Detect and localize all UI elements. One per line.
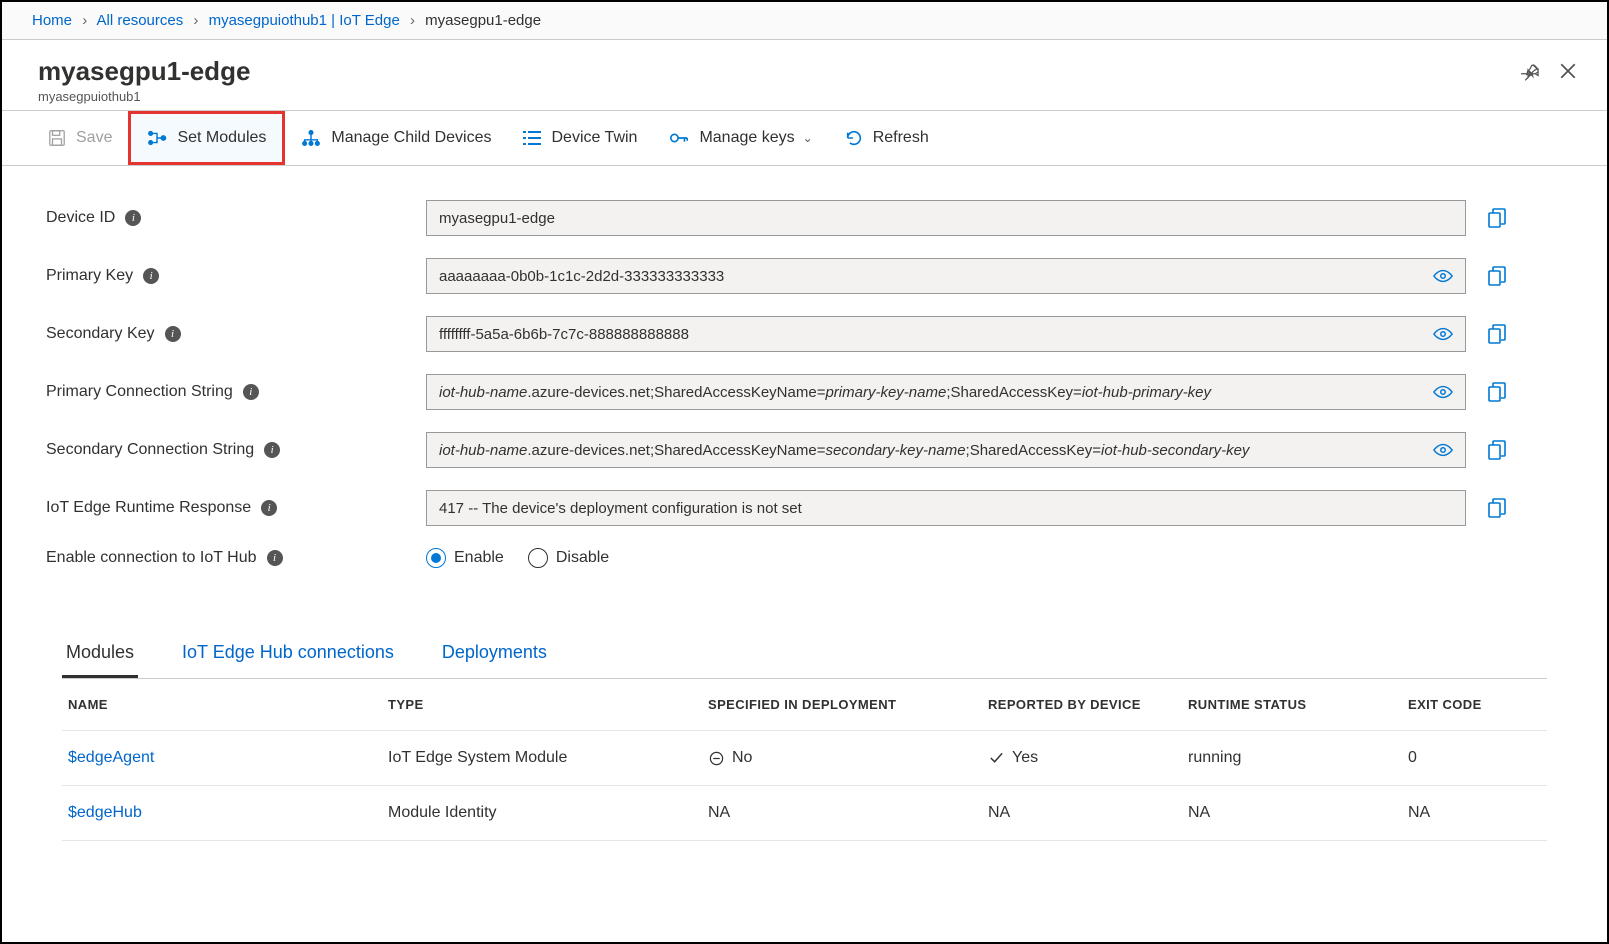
info-icon[interactable]: i <box>243 384 259 400</box>
runtime-response-value: 417 -- The device's deployment configura… <box>439 500 802 517</box>
tab-modules[interactable]: Modules <box>62 630 138 678</box>
col-rep: REPORTED BY DEVICE <box>988 697 1188 712</box>
secondary-key-field: ffffffff-5a5a-6b6b-7c7c-888888888888 <box>426 316 1466 352</box>
chevron-right-icon: › <box>410 12 415 29</box>
primary-key-label: Primary Key <box>46 267 133 285</box>
key-icon <box>669 129 689 147</box>
manage-keys-button[interactable]: Manage keys ⌄ <box>653 111 828 165</box>
info-icon[interactable]: i <box>143 268 159 284</box>
info-icon[interactable]: i <box>264 442 280 458</box>
device-twin-label: Device Twin <box>551 129 637 147</box>
hierarchy-icon <box>301 129 321 147</box>
eye-icon[interactable] <box>1433 385 1453 399</box>
module-link[interactable]: $edgeHub <box>68 804 388 822</box>
tab-deployments[interactable]: Deployments <box>438 630 551 678</box>
manage-keys-label: Manage keys <box>699 129 794 147</box>
list-icon <box>523 130 541 146</box>
radio-enable[interactable]: Enable <box>426 548 504 568</box>
module-type: IoT Edge System Module <box>388 749 708 767</box>
refresh-button[interactable]: Refresh <box>829 111 945 165</box>
module-link[interactable]: $edgeAgent <box>68 749 388 767</box>
table-row: $edgeAgent IoT Edge System Module No Yes… <box>62 731 1547 786</box>
copy-icon[interactable] <box>1488 498 1510 518</box>
device-twin-button[interactable]: Device Twin <box>507 111 653 165</box>
secondary-key-label: Secondary Key <box>46 325 155 343</box>
secondary-conn-label: Secondary Connection String <box>46 441 254 459</box>
table-row: $edgeHub Module Identity NA NA NA NA <box>62 786 1547 841</box>
refresh-icon <box>845 129 863 147</box>
manage-child-label: Manage Child Devices <box>331 129 491 147</box>
info-icon[interactable]: i <box>125 210 141 226</box>
breadcrumb-home[interactable]: Home <box>32 12 72 29</box>
save-label: Save <box>76 129 112 147</box>
breadcrumb-all-resources[interactable]: All resources <box>97 12 184 29</box>
col-name: NAME <box>68 697 388 712</box>
toolbar: Save Set Modules Manage Child Devices De… <box>2 110 1607 166</box>
save-icon <box>48 129 66 147</box>
chevron-right-icon: › <box>82 12 87 29</box>
module-spec: No <box>732 749 752 767</box>
eye-icon[interactable] <box>1433 269 1453 283</box>
module-rep: Yes <box>1012 749 1038 767</box>
module-run: running <box>1188 749 1408 767</box>
copy-icon[interactable] <box>1488 440 1510 460</box>
module-spec: NA <box>708 804 730 822</box>
runtime-response-label: IoT Edge Runtime Response <box>46 499 251 517</box>
page-title: myasegpu1-edge <box>38 56 250 87</box>
copy-icon[interactable] <box>1488 324 1510 344</box>
col-exit: EXIT CODE <box>1408 697 1541 712</box>
radio-enable-label: Enable <box>454 549 504 567</box>
breadcrumb-iothub[interactable]: myasegpuiothub1 | IoT Edge <box>209 12 400 29</box>
col-type: TYPE <box>388 697 708 712</box>
eye-icon[interactable] <box>1433 443 1453 457</box>
close-icon[interactable] <box>1559 62 1577 82</box>
set-modules-button[interactable]: Set Modules <box>128 111 285 165</box>
module-rep: NA <box>988 804 1010 822</box>
primary-key-field: aaaaaaaa-0b0b-1c1c-2d2d-333333333333 <box>426 258 1466 294</box>
enable-conn-label: Enable connection to IoT Hub <box>46 549 257 567</box>
breadcrumb: Home › All resources › myasegpuiothub1 |… <box>2 2 1607 40</box>
primary-key-value: aaaaaaaa-0b0b-1c1c-2d2d-333333333333 <box>439 268 724 285</box>
secondary-conn-value: iot-hub-name.azure-devices.net;SharedAcc… <box>439 442 1249 459</box>
chevron-down-icon: ⌄ <box>803 131 813 145</box>
info-icon[interactable]: i <box>165 326 181 342</box>
device-id-value: myasegpu1-edge <box>439 210 555 227</box>
runtime-response-field: 417 -- The device's deployment configura… <box>426 490 1466 526</box>
col-run: RUNTIME STATUS <box>1188 697 1408 712</box>
module-exit: 0 <box>1408 749 1541 767</box>
page-subtitle: myasegpuiothub1 <box>38 89 250 104</box>
copy-icon[interactable] <box>1488 382 1510 402</box>
secondary-key-value: ffffffff-5a5a-6b6b-7c7c-888888888888 <box>439 326 689 343</box>
module-type: Module Identity <box>388 804 708 822</box>
module-exit: NA <box>1408 804 1541 822</box>
tab-connections[interactable]: IoT Edge Hub connections <box>178 630 398 678</box>
set-modules-label: Set Modules <box>177 129 266 147</box>
table-header: NAME TYPE SPECIFIED IN DEPLOYMENT REPORT… <box>62 679 1547 731</box>
info-icon[interactable]: i <box>267 550 283 566</box>
col-spec: SPECIFIED IN DEPLOYMENT <box>708 697 988 712</box>
primary-conn-label: Primary Connection String <box>46 383 233 401</box>
primary-conn-field: iot-hub-name.azure-devices.net;SharedAcc… <box>426 374 1466 410</box>
eye-icon[interactable] <box>1433 327 1453 341</box>
info-icon[interactable]: i <box>261 500 277 516</box>
chevron-right-icon: › <box>193 12 198 29</box>
refresh-label: Refresh <box>873 129 929 147</box>
modules-icon <box>147 129 167 147</box>
radio-disable-label: Disable <box>556 549 609 567</box>
save-button: Save <box>32 111 128 165</box>
device-id-field: myasegpu1-edge <box>426 200 1466 236</box>
pin-icon[interactable] <box>1521 62 1541 82</box>
check-icon <box>988 750 1004 766</box>
secondary-conn-field: iot-hub-name.azure-devices.net;SharedAcc… <box>426 432 1466 468</box>
primary-conn-value: iot-hub-name.azure-devices.net;SharedAcc… <box>439 384 1211 401</box>
manage-child-devices-button[interactable]: Manage Child Devices <box>285 111 507 165</box>
module-run: NA <box>1188 804 1408 822</box>
breadcrumb-current: myasegpu1-edge <box>425 12 541 29</box>
radio-disable[interactable]: Disable <box>528 548 609 568</box>
copy-icon[interactable] <box>1488 208 1510 228</box>
minus-circle-icon <box>708 750 724 766</box>
copy-icon[interactable] <box>1488 266 1510 286</box>
device-id-label: Device ID <box>46 209 115 227</box>
